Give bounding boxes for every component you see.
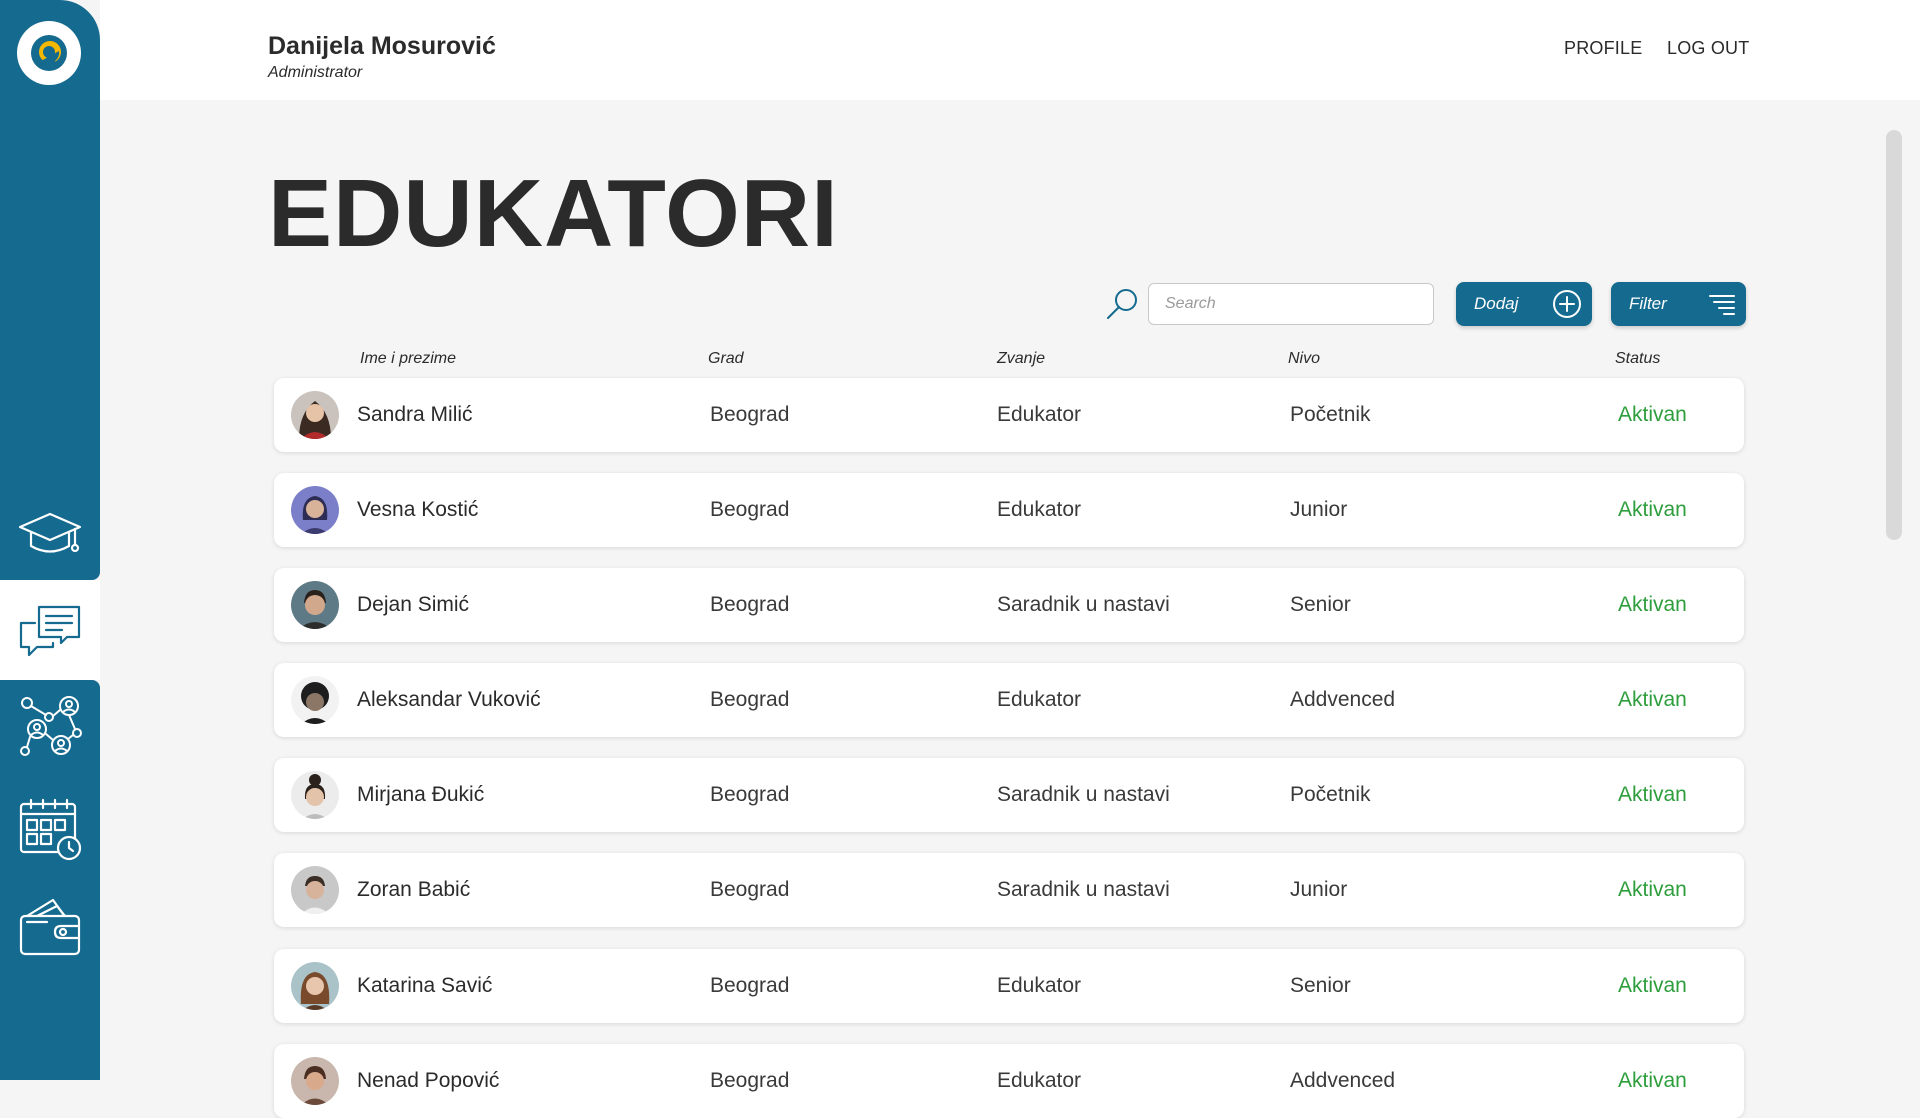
cell-city: Beograd — [710, 403, 790, 426]
status-badge: Aktivan — [1618, 688, 1687, 711]
cell-title: Edukator — [997, 498, 1082, 521]
cell-name: Vesna Kostić — [357, 498, 479, 521]
page-title: EDUKATORI — [268, 160, 839, 267]
cell-name: Mirjana Đukić — [357, 783, 485, 806]
cell-title: Edukator — [997, 688, 1082, 711]
avatar — [291, 486, 339, 534]
column-header-level[interactable]: Nivo — [1288, 350, 1320, 368]
chat-icon[interactable] — [16, 598, 84, 666]
status-badge: Aktivan — [1618, 593, 1687, 616]
table-row[interactable]: Vesna Kostić Beograd Edukator Junior Akt… — [274, 473, 1744, 547]
table-row[interactable]: Katarina Savić Beograd Edukator Senior A… — [274, 949, 1744, 1023]
table-row[interactable]: Aleksandar Vuković Beograd Edukator Addv… — [274, 663, 1744, 737]
add-button[interactable]: Dodaj — [1456, 282, 1592, 326]
cell-city: Beograd — [710, 974, 790, 997]
sidebar — [0, 0, 100, 580]
status-badge: Aktivan — [1618, 878, 1687, 901]
cell-city: Beograd — [710, 593, 790, 616]
cell-level: Početnik — [1290, 783, 1371, 806]
cell-name: Zoran Babić — [357, 878, 471, 901]
cell-name: Nenad Popović — [357, 1069, 500, 1092]
app-logo[interactable] — [17, 21, 81, 85]
profile-link[interactable]: PROFILE — [1564, 38, 1642, 59]
cell-level: Junior — [1290, 498, 1348, 521]
table-row[interactable]: Mirjana Đukić Beograd Saradnik u nastavi… — [274, 758, 1744, 832]
cell-name: Katarina Savić — [357, 974, 493, 997]
status-badge: Aktivan — [1618, 403, 1687, 426]
cell-name: Sandra Milić — [357, 403, 473, 426]
avatar — [291, 581, 339, 629]
column-header-title[interactable]: Zvanje — [997, 350, 1045, 368]
cell-title: Edukator — [997, 974, 1082, 997]
table-row[interactable]: Dejan Simić Beograd Saradnik u nastavi S… — [274, 568, 1744, 642]
column-header-city[interactable]: Grad — [708, 350, 744, 368]
education-icon[interactable] — [16, 500, 84, 568]
cell-title: Edukator — [997, 403, 1082, 426]
add-button-label: Dodaj — [1474, 294, 1519, 313]
cell-title: Saradnik u nastavi — [997, 783, 1170, 806]
avatar — [291, 1057, 339, 1105]
column-header-status[interactable]: Status — [1615, 350, 1660, 368]
status-badge: Aktivan — [1618, 974, 1687, 997]
plus-circle-icon — [1553, 290, 1581, 318]
user-role: Administrator — [268, 64, 363, 81]
column-header-name[interactable]: Ime i prezime — [360, 350, 456, 368]
scrollbar[interactable] — [1886, 130, 1902, 540]
wallet-icon[interactable] — [16, 893, 84, 961]
filter-button[interactable]: Filter — [1611, 282, 1746, 326]
table-row[interactable]: Zoran Babić Beograd Saradnik u nastavi J… — [274, 853, 1744, 927]
status-badge: Aktivan — [1618, 498, 1687, 521]
network-icon[interactable] — [16, 692, 84, 760]
cell-city: Beograd — [710, 878, 790, 901]
table-row[interactable]: Sandra Milić Beograd Edukator Početnik A… — [274, 378, 1744, 452]
avatar — [291, 391, 339, 439]
cell-city: Beograd — [710, 498, 790, 521]
avatar — [291, 676, 339, 724]
cell-level: Junior — [1290, 878, 1348, 901]
search-icon[interactable] — [1104, 286, 1140, 322]
cell-city: Beograd — [710, 783, 790, 806]
cell-name: Aleksandar Vuković — [357, 688, 541, 711]
filter-button-label: Filter — [1629, 294, 1667, 313]
cell-level: Senior — [1290, 593, 1351, 616]
table-row[interactable]: Nenad Popović Beograd Edukator Addvenced… — [274, 1044, 1744, 1118]
cell-level: Senior — [1290, 974, 1351, 997]
avatar — [291, 962, 339, 1010]
cell-level: Addvenced — [1290, 1069, 1396, 1092]
search-input[interactable] — [1148, 283, 1434, 325]
user-name: Danijela Mosurović — [268, 32, 496, 60]
cell-city: Beograd — [710, 1069, 790, 1092]
cell-title: Saradnik u nastavi — [997, 593, 1170, 616]
filter-lines-icon — [1709, 295, 1735, 315]
status-badge: Aktivan — [1618, 1069, 1687, 1092]
avatar — [291, 866, 339, 914]
cell-title: Saradnik u nastavi — [997, 878, 1170, 901]
logout-link[interactable]: LOG OUT — [1667, 38, 1749, 59]
status-badge: Aktivan — [1618, 783, 1687, 806]
calendar-icon[interactable] — [16, 795, 84, 863]
cell-level: Početnik — [1290, 403, 1371, 426]
avatar — [291, 771, 339, 819]
cell-level: Addvenced — [1290, 688, 1396, 711]
cell-name: Dejan Simić — [357, 593, 470, 616]
logo-icon — [31, 35, 67, 71]
cell-city: Beograd — [710, 688, 790, 711]
cell-title: Edukator — [997, 1069, 1082, 1092]
